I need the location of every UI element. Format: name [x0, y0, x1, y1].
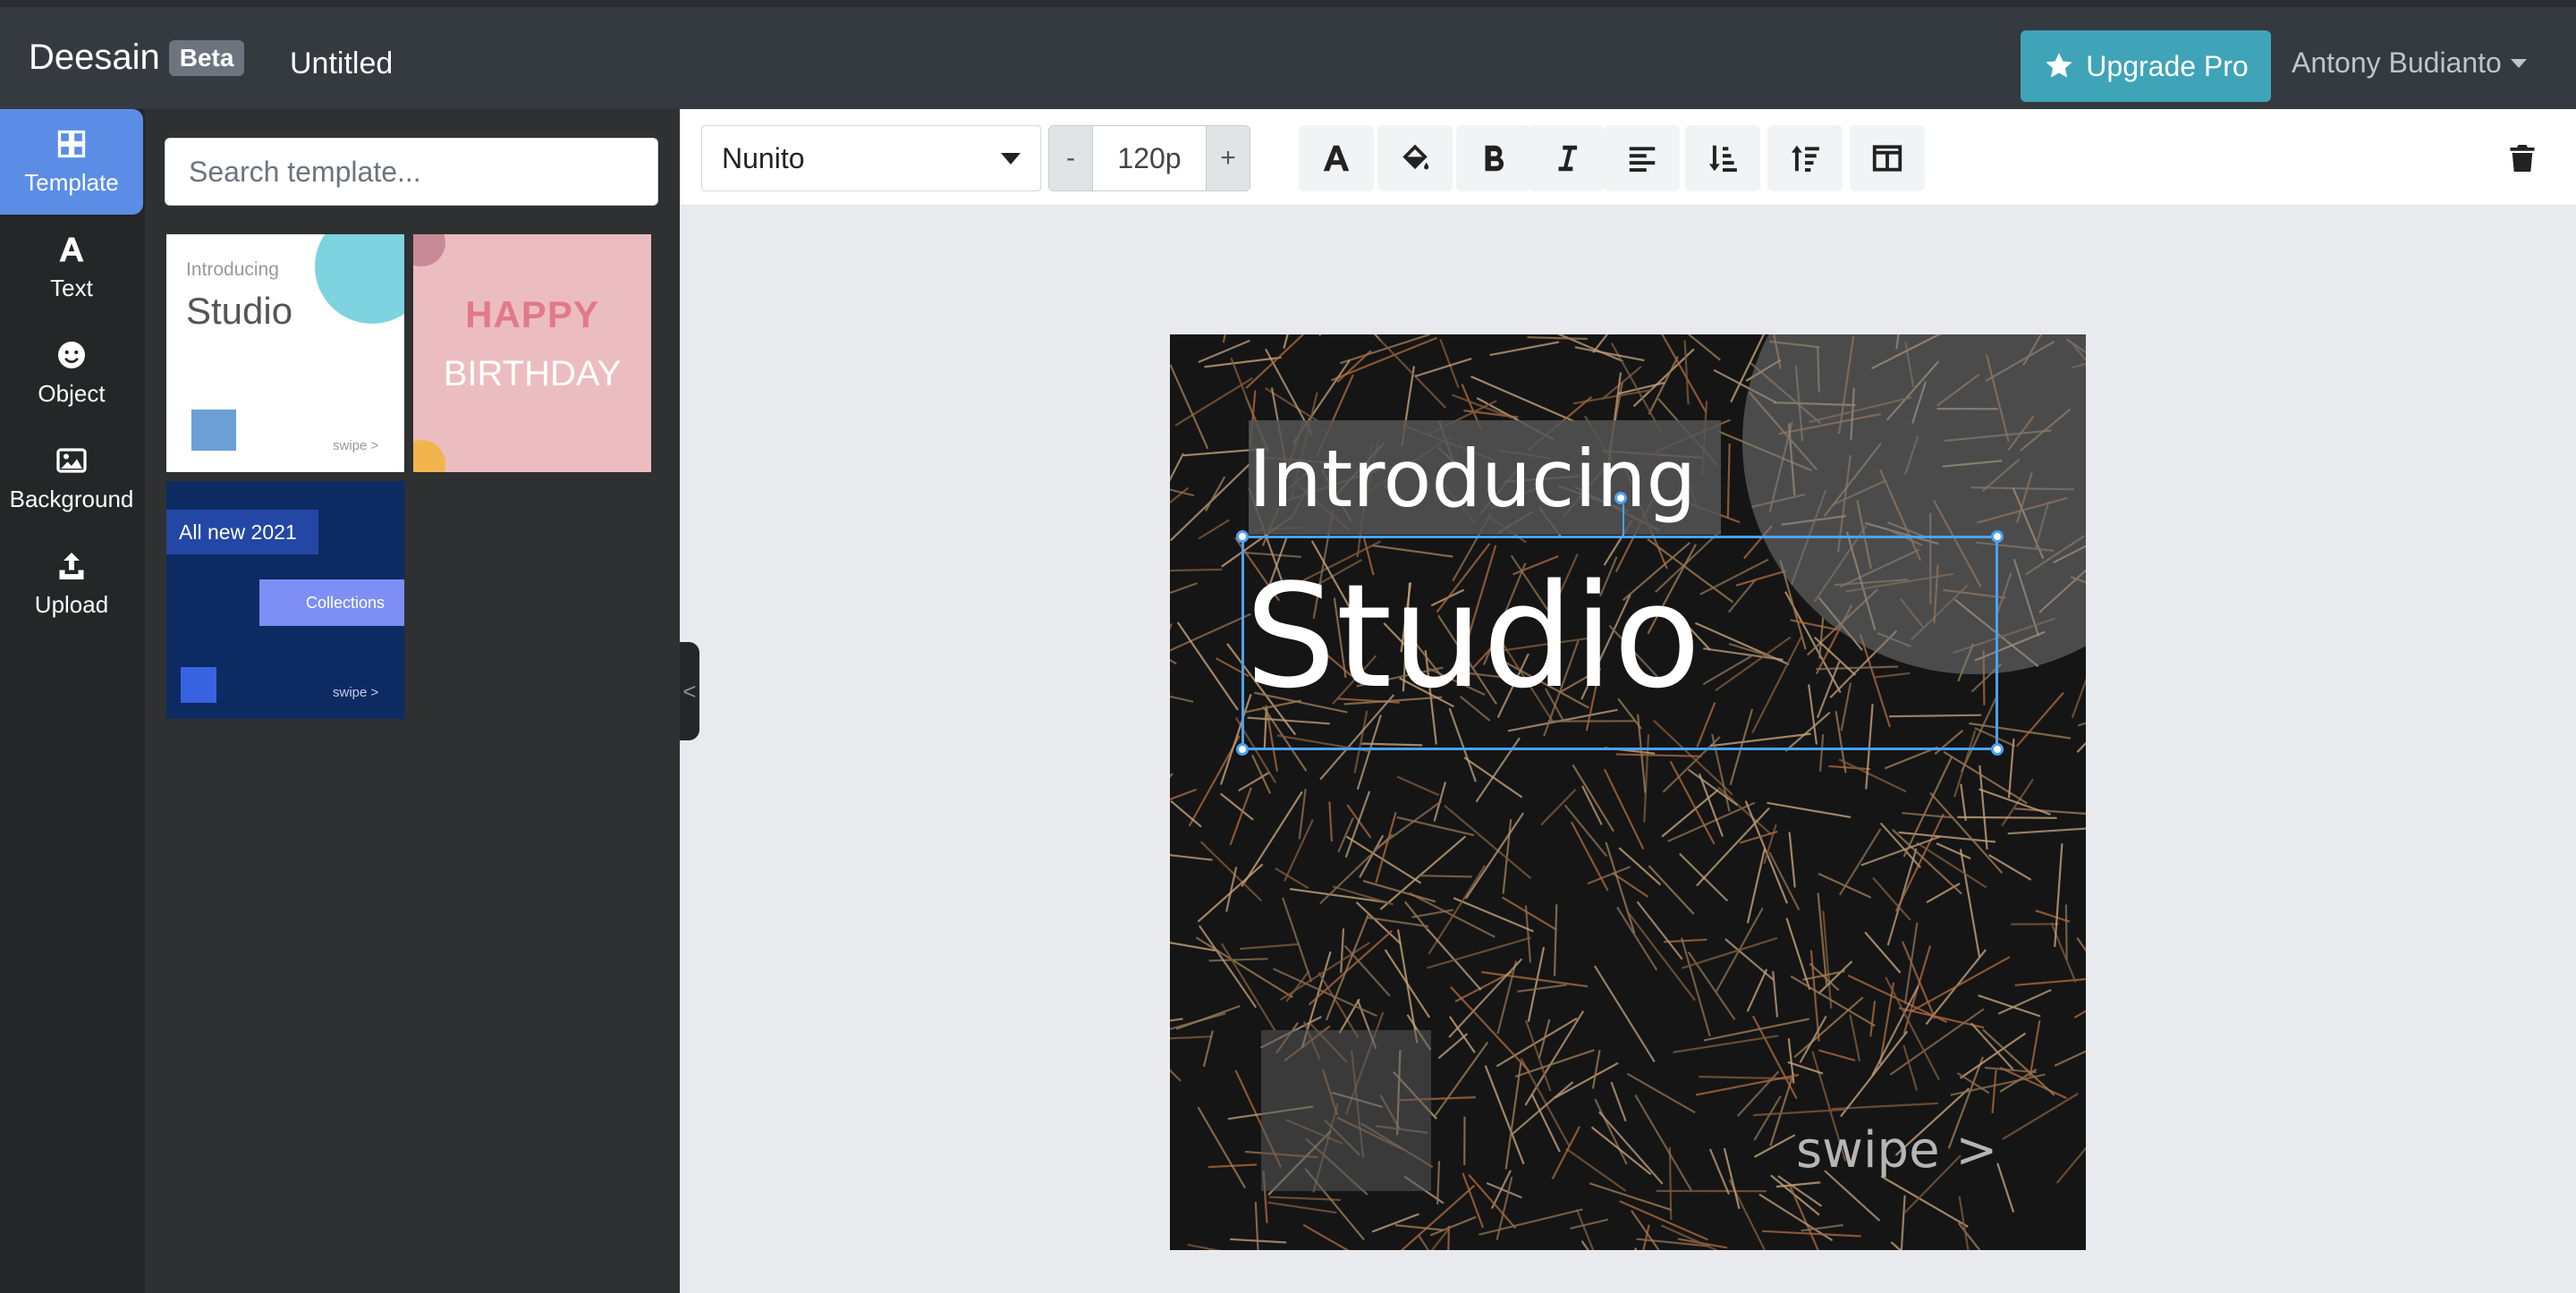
upgrade-pro-label: Upgrade Pro — [2086, 49, 2249, 82]
rail-label: Text — [50, 274, 93, 301]
brand-name: Deesain — [29, 38, 160, 77]
italic-icon — [1558, 145, 1578, 172]
font-size-stepper: - 120p + — [1048, 125, 1250, 191]
top-navbar: Deesain Beta Untitled Upgrade Pro Antony… — [0, 0, 2576, 109]
rail-item-object[interactable]: Object — [0, 320, 143, 426]
thumb-circle — [315, 234, 404, 324]
fill-color-button[interactable] — [1377, 125, 1453, 191]
design-canvas[interactable]: Introducing Studio swipe > — [1170, 334, 2086, 1250]
resize-handle[interactable] — [1991, 530, 2004, 543]
beta-badge: Beta — [168, 39, 245, 76]
decor-square[interactable] — [1261, 1030, 1431, 1191]
upload-icon — [59, 552, 84, 579]
increase-size-button[interactable]: + — [1207, 126, 1250, 190]
thumb-line1: HAPPY — [465, 293, 599, 335]
thumb-footer: swipe > — [333, 438, 379, 453]
italic-button[interactable] — [1530, 125, 1605, 191]
bold-icon — [1485, 145, 1504, 172]
rail-label: Template — [24, 168, 119, 196]
delete-button[interactable] — [2485, 125, 2560, 191]
font-family-select[interactable]: Nunito — [701, 125, 1041, 191]
thumb-line2: Studio — [186, 290, 293, 332]
template-thumb-collections[interactable]: All new 2021 Collections swipe > — [166, 481, 404, 719]
font-size-input[interactable]: 120p — [1092, 126, 1207, 190]
chevron-down-icon — [2510, 58, 2527, 68]
trash-icon — [2510, 145, 2535, 172]
thumb-line2: BIRTHDAY — [443, 354, 622, 393]
sort-up-icon — [1791, 145, 1819, 173]
document-title[interactable]: Untitled — [290, 46, 393, 81]
rail-item-template[interactable]: Template — [0, 109, 143, 215]
font-color-button[interactable] — [1299, 125, 1374, 191]
thumb-square — [181, 667, 216, 703]
sort-down-icon — [1708, 145, 1737, 173]
font-color-icon — [1323, 145, 1350, 172]
search-template-input[interactable] — [165, 138, 658, 206]
upgrade-pro-button[interactable]: Upgrade Pro — [2021, 30, 2271, 102]
selection-box[interactable] — [1236, 492, 2004, 756]
align-button[interactable] — [1605, 125, 1680, 191]
star-icon — [2046, 53, 2072, 78]
resize-handle[interactable] — [1236, 530, 1249, 543]
rotate-handle[interactable] — [1614, 492, 1627, 504]
rail-item-upload[interactable]: Upload — [0, 531, 143, 637]
tool-rail: Template Text Object Background Upload — [0, 109, 145, 1293]
template-thumb-studio[interactable]: Introducing Studio swipe > — [166, 234, 404, 472]
template-thumb-birthday[interactable]: HAPPY BIRTHDAY — [413, 234, 651, 472]
rail-label: Background — [9, 485, 134, 512]
thumb-circle — [413, 440, 445, 472]
user-name: Antony Budianto — [2292, 46, 2502, 79]
bring-forward-button[interactable] — [1685, 125, 1760, 191]
decrease-size-button[interactable]: - — [1049, 126, 1092, 190]
thumb-line1: Introducing — [186, 259, 279, 280]
align-left-icon — [1629, 147, 1656, 173]
thumb-line2: Collections — [306, 594, 386, 612]
caret-down-icon — [1001, 152, 1021, 165]
thumb-circle — [413, 234, 445, 266]
rail-item-text[interactable]: Text — [0, 215, 143, 320]
smiley-icon — [58, 341, 85, 368]
rail-item-background[interactable]: Background — [0, 426, 143, 531]
rail-label: Upload — [34, 590, 109, 618]
columns-icon — [1872, 145, 1902, 172]
format-toolbar: Nunito - 120p + — [680, 109, 2576, 206]
template-panel: Introducing Studio swipe > HAPPY BIRTHDA… — [145, 109, 680, 1293]
layout-button[interactable] — [1850, 125, 1925, 191]
collapse-panel-button[interactable]: < — [680, 642, 699, 740]
image-icon — [56, 447, 87, 473]
rotate-stem — [1623, 504, 1624, 538]
thumb-footer: swipe > — [333, 685, 379, 700]
intro-text[interactable]: Introducing — [1249, 433, 1696, 525]
rail-label: Object — [38, 379, 106, 407]
user-menu[interactable]: Antony Budianto — [2292, 46, 2527, 80]
grid-icon — [57, 130, 86, 157]
text-a-icon — [59, 237, 84, 261]
send-backward-button[interactable] — [1767, 125, 1843, 191]
swipe-text[interactable]: swipe > — [1796, 1121, 1997, 1179]
resize-handle[interactable] — [1236, 743, 1249, 756]
fill-bucket-icon — [1402, 144, 1429, 170]
thumb-line1: All new 2021 — [179, 520, 297, 544]
bold-button[interactable] — [1456, 125, 1531, 191]
resize-handle[interactable] — [1991, 743, 2004, 756]
font-family-value: Nunito — [722, 141, 805, 174]
thumb-square — [191, 410, 236, 451]
brand[interactable]: Deesain Beta — [29, 38, 245, 78]
